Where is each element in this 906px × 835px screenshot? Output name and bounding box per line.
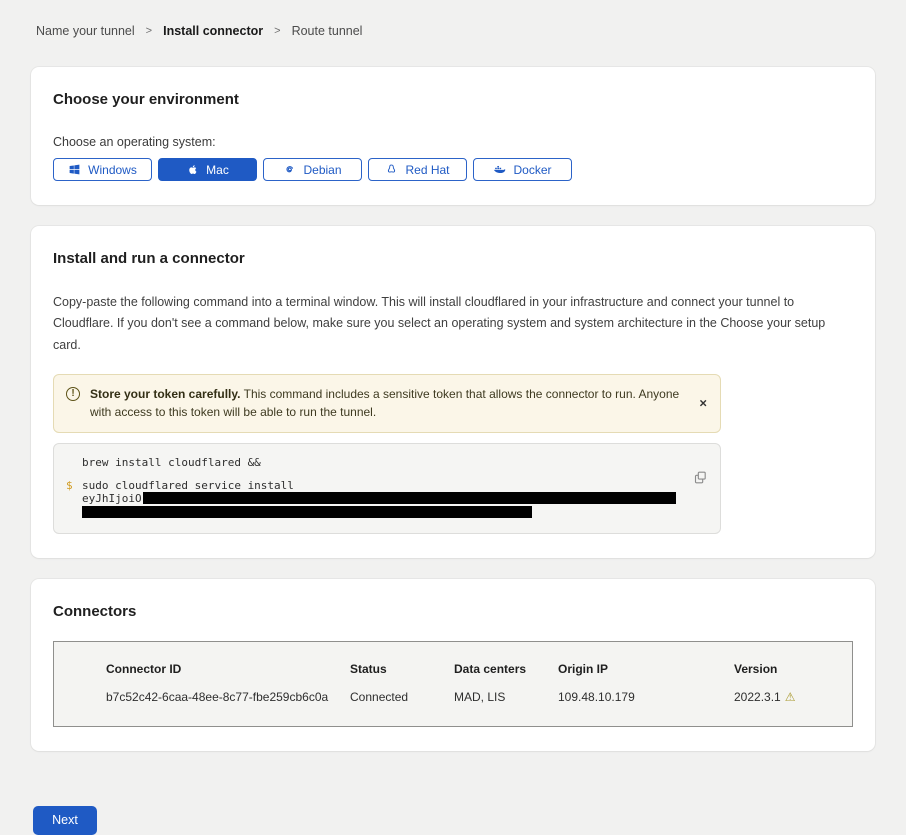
alert-circle-icon: ! [66, 387, 80, 401]
token-warning-bold: Store your token carefully. [90, 387, 241, 401]
os-select-label: Choose an operating system: [53, 135, 853, 149]
connector-origin-ip-value: 109.48.10.179 [558, 690, 734, 704]
connector-data-centers-value: MAD, LIS [454, 690, 558, 704]
connectors-table: Connector ID Status Data centers Origin … [53, 641, 853, 727]
connector-version-value: 2022.3.1⚠ [734, 690, 832, 704]
breadcrumb-separator: > [146, 25, 152, 37]
install-connector-description: Copy-paste the following command into a … [53, 292, 849, 356]
install-command-codeblock[interactable]: brew install cloudflared && $ sudo cloud… [53, 443, 721, 534]
token-prefix: eyJhIjoiO [82, 492, 142, 505]
os-button-group: Windows Mac Debian Red Hat [53, 158, 853, 181]
windows-icon [68, 163, 81, 176]
code-line-sudo: $ sudo cloudflared service install [82, 479, 680, 492]
col-header-data-centers: Data centers [454, 662, 558, 676]
col-header-version: Version [734, 662, 832, 676]
os-button-mac[interactable]: Mac [158, 158, 257, 181]
token-warning-banner: ! Store your token carefully. This comma… [53, 374, 721, 433]
os-button-docker[interactable]: Docker [473, 158, 572, 181]
connector-status-value: Connected [350, 690, 454, 704]
os-button-label: Docker [513, 163, 551, 177]
breadcrumb-step-install-connector[interactable]: Install connector [163, 24, 263, 38]
connectors-title: Connectors [53, 603, 853, 620]
docker-whale-icon [493, 163, 506, 176]
version-warning-icon: ⚠ [785, 690, 796, 704]
os-button-label: Windows [88, 163, 137, 177]
shell-prompt: $ [66, 479, 73, 492]
environment-card-title: Choose your environment [53, 91, 853, 108]
token-warning-text: Store your token carefully. This command… [90, 385, 684, 422]
connector-id-value: b7c52c42-6caa-48ee-8c77-fbe259cb6c0a [106, 690, 350, 704]
os-button-debian[interactable]: Debian [263, 158, 362, 181]
os-button-label: Red Hat [405, 163, 449, 177]
redhat-linux-penguin-icon [385, 163, 398, 176]
col-header-origin-ip: Origin IP [558, 662, 734, 676]
os-button-redhat[interactable]: Red Hat [368, 158, 467, 181]
next-button[interactable]: Next [33, 806, 97, 835]
token-redaction-bar [82, 506, 532, 518]
breadcrumb-step-route-tunnel[interactable]: Route tunnel [292, 24, 363, 38]
token-redaction-bar [143, 492, 676, 504]
code-line-token: eyJhIjoiO [82, 492, 680, 505]
install-connector-card: Install and run a connector Copy-paste t… [31, 226, 875, 558]
breadcrumb: Name your tunnel > Install connector > R… [36, 24, 870, 38]
breadcrumb-step-name-your-tunnel[interactable]: Name your tunnel [36, 24, 135, 38]
code-line-brew: brew install cloudflared && [82, 456, 680, 469]
col-header-status: Status [350, 662, 454, 676]
connectors-card: Connectors Connector ID Status Data cent… [31, 579, 875, 751]
environment-card: Choose your environment Choose an operat… [31, 67, 875, 205]
close-icon[interactable]: × [699, 396, 707, 411]
os-button-label: Mac [206, 163, 229, 177]
install-connector-title: Install and run a connector [53, 250, 853, 267]
os-button-label: Debian [303, 163, 341, 177]
breadcrumb-separator: > [274, 25, 280, 37]
copy-icon[interactable] [692, 470, 708, 486]
col-header-connector-id: Connector ID [106, 662, 350, 676]
debian-icon [283, 163, 296, 176]
apple-icon [186, 163, 199, 176]
os-button-windows[interactable]: Windows [53, 158, 152, 181]
page: Name your tunnel > Install connector > R… [0, 0, 906, 835]
